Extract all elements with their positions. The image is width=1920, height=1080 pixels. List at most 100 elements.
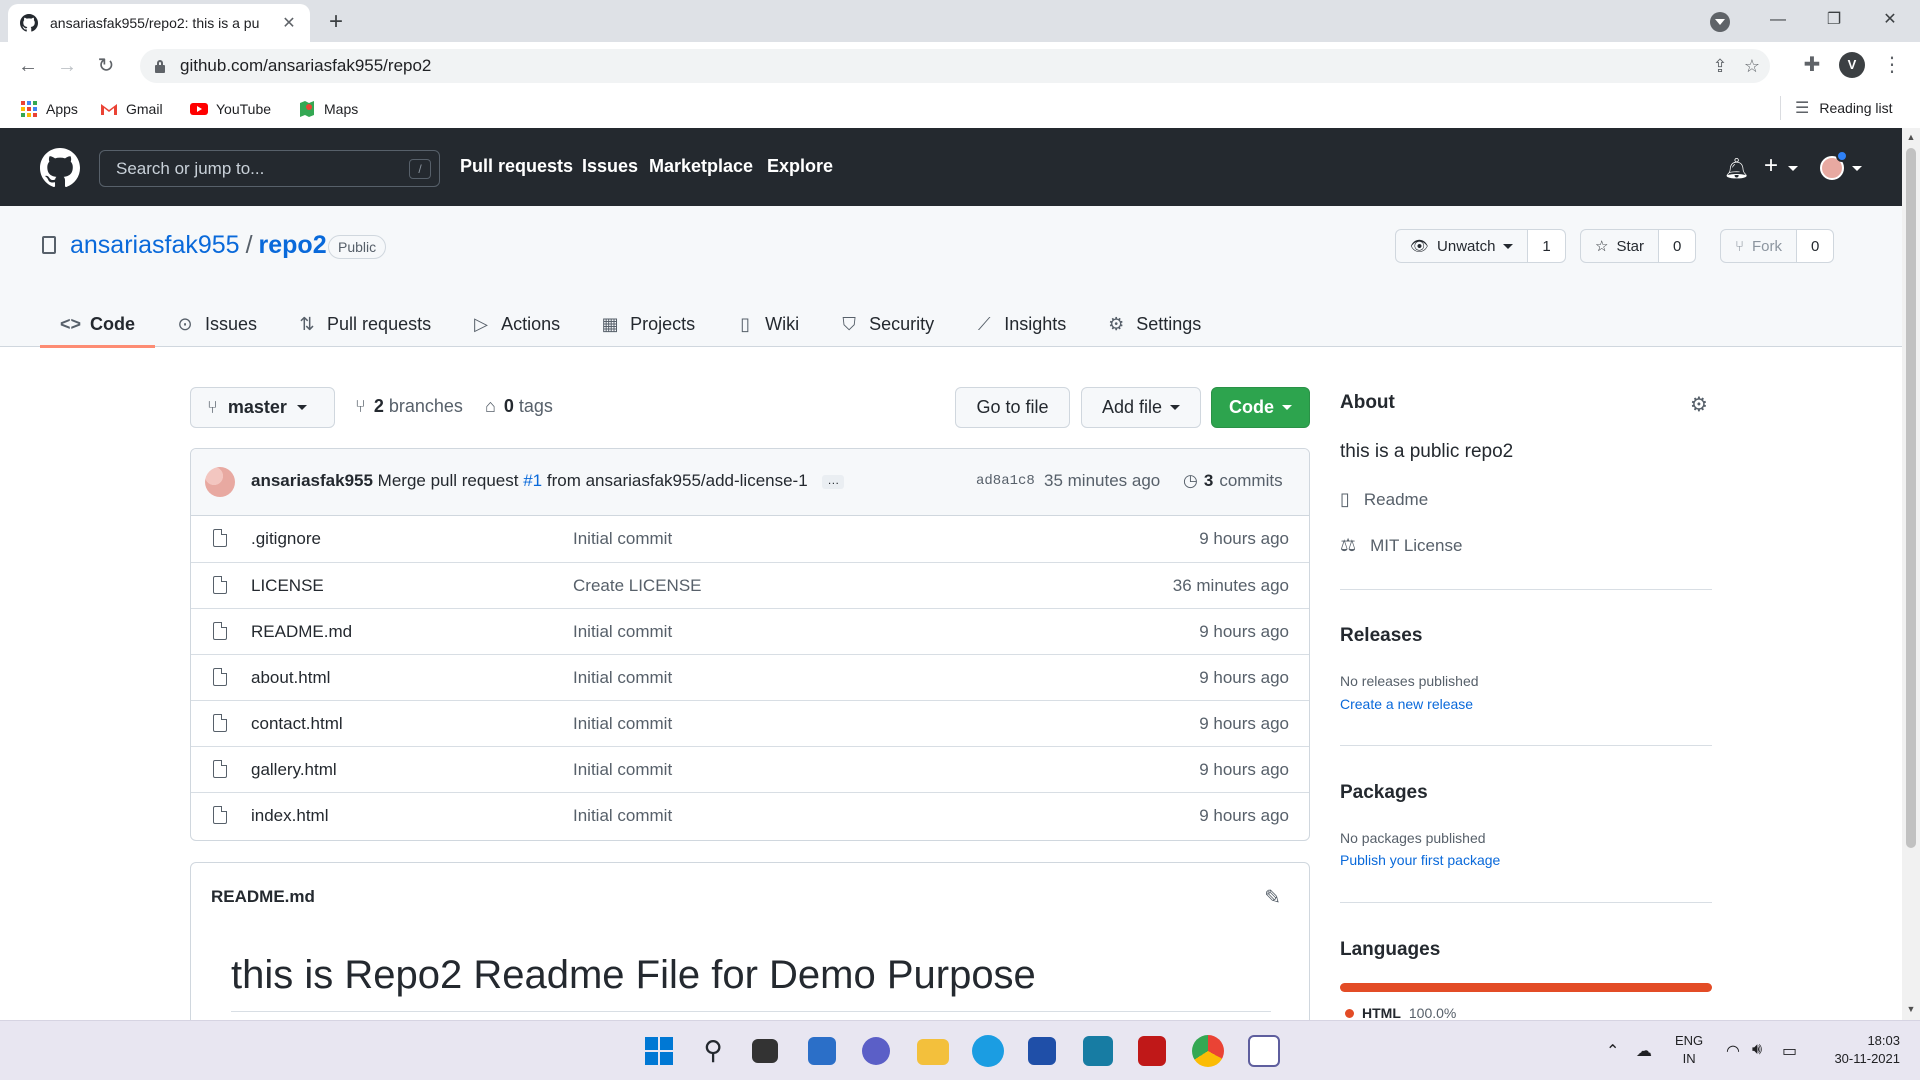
share-icon[interactable]: ⇪ [1710,57,1730,77]
star-button[interactable]: ☆ Star [1580,229,1659,263]
file-commit-message[interactable]: Create LICENSE [573,576,702,596]
reading-list-button[interactable]: ☰ Reading list [1795,98,1893,118]
repo-owner-link[interactable]: ansariasfak955 [70,231,240,259]
widgets-icon[interactable] [808,1037,836,1065]
scroll-up-icon[interactable]: ▲ [1906,132,1916,142]
file-commit-message[interactable]: Initial commit [573,806,672,826]
pencil-edit-icon[interactable]: ✎ [1264,885,1281,910]
snipping-tool-icon[interactable] [1248,1035,1280,1067]
new-tab-button[interactable]: + [322,9,350,37]
file-commit-message[interactable]: Initial commit [573,668,672,688]
user-menu-caret-icon[interactable] [1852,166,1862,171]
commit-message-post[interactable]: from ansariasfak955/add-license-1 [547,471,808,490]
github-logo-icon[interactable] [40,148,80,188]
file-name[interactable]: index.html [251,806,328,826]
branches-link[interactable]: ⑂ 2 branches [355,396,463,417]
pr-link[interactable]: #1 [523,471,542,490]
create-release-link[interactable]: Create a new release [1340,696,1473,712]
wifi-icon[interactable]: ◠ [1726,1041,1740,1061]
language-item[interactable]: HTML 100.0% [1345,1005,1456,1021]
url-text[interactable]: github.com/ansariasfak955/repo2 [180,56,431,76]
nav-issues[interactable]: Issues [582,156,638,177]
page-scrollbar[interactable]: ▲ ▼ [1902,128,1920,1020]
fork-count[interactable]: 0 [1797,229,1835,263]
commit-message-pre[interactable]: Merge pull request [378,471,519,490]
bookmark-gmail[interactable]: Gmail [100,98,163,120]
create-new-plus-icon[interactable]: + [1764,152,1778,180]
gear-icon[interactable]: ⚙ [1690,392,1708,417]
packages-title[interactable]: Packages [1340,782,1428,804]
bookmark-star-icon[interactable]: ☆ [1742,57,1762,77]
omnibox[interactable]: github.com/ansariasfak955/repo2 ⇪ ☆ [140,49,1770,83]
commits-link[interactable]: ◷ 3 commits [1183,471,1283,491]
teams-chat-icon[interactable] [862,1037,890,1065]
go-to-file-button[interactable]: Go to file [955,387,1070,428]
forward-arrow-icon[interactable]: → [53,52,81,80]
tab-issues[interactable]: ⊙ Issues [155,301,277,347]
releases-title[interactable]: Releases [1340,625,1422,647]
commit-author-avatar[interactable] [205,467,235,497]
lock-icon[interactable] [154,60,166,73]
commit-author[interactable]: ansariasfak955 [251,471,373,490]
file-commit-message[interactable]: Initial commit [573,622,672,642]
code-button[interactable]: Code [1211,387,1310,428]
file-commit-message[interactable]: Initial commit [573,529,672,549]
license-link[interactable]: ⚖ MIT License [1340,535,1462,556]
extensions-puzzle-icon[interactable]: ✚ [1800,53,1824,77]
edge-browser-icon[interactable] [972,1035,1004,1067]
tab-settings[interactable]: ⚙ Settings [1086,301,1221,347]
notification-bell-icon[interactable]: 🔔︎ [1724,156,1749,181]
microsoft-store-icon[interactable] [1028,1037,1056,1065]
readme-link[interactable]: ▯ Readme [1340,489,1428,510]
add-file-button[interactable]: Add file [1081,387,1201,428]
tab-actions[interactable]: ▷ Actions [451,301,580,347]
chrome-menu-icon[interactable]: ⋮ [1880,53,1904,77]
file-name[interactable]: contact.html [251,714,343,734]
clock[interactable]: 18:03 30-11-2021 [1820,1032,1900,1068]
watch-count[interactable]: 1 [1528,229,1566,263]
bookmark-youtube[interactable]: YouTube [190,98,271,120]
minimize-button[interactable]: — [1750,0,1806,42]
tab-wiki[interactable]: ▯ Wiki [715,301,819,347]
task-view-icon[interactable] [752,1039,778,1063]
tab-code[interactable]: <> Code [40,301,155,348]
close-window-button[interactable]: ✕ [1862,0,1918,42]
back-arrow-icon[interactable]: ← [14,52,42,80]
dell-app-icon[interactable] [1083,1036,1113,1066]
file-name[interactable]: .gitignore [251,529,321,549]
reload-icon[interactable]: ↻ [92,52,120,80]
bookmark-maps[interactable]: Maps [298,98,358,120]
mcafee-icon[interactable] [1138,1036,1166,1066]
battery-icon[interactable]: ▭ [1782,1041,1797,1061]
bookmark-apps[interactable]: Apps [20,98,78,120]
expand-commit-button[interactable]: … [822,474,845,489]
scroll-down-icon[interactable]: ▼ [1906,1004,1916,1014]
file-explorer-icon[interactable] [917,1039,949,1065]
unwatch-button[interactable]: 👁︎ Unwatch [1395,229,1529,263]
github-search-input[interactable]: Search or jump to... / [99,150,440,187]
search-icon[interactable]: ⚲ [697,1035,729,1067]
tab-close-icon[interactable]: ✕ [280,13,298,33]
file-name[interactable]: about.html [251,668,330,688]
tab-projects[interactable]: ▦ Projects [580,301,715,347]
publish-package-link[interactable]: Publish your first package [1340,852,1500,868]
commit-sha[interactable]: ad8a1c8 [976,473,1035,489]
file-commit-message[interactable]: Initial commit [573,760,672,780]
tags-link[interactable]: ⌂ 0 tags [485,396,553,417]
restore-button[interactable]: ❐ [1806,0,1862,42]
language-indicator[interactable]: ENG IN [1675,1032,1703,1068]
browser-tab[interactable]: ansariasfak955/repo2: this is a pu ✕ [8,4,310,42]
file-name[interactable]: README.md [251,622,352,642]
scroll-thumb[interactable] [1906,148,1916,848]
chevron-up-icon[interactable]: ⌃ [1606,1041,1619,1061]
profile-avatar[interactable]: V [1839,52,1865,78]
create-new-caret-icon[interactable] [1788,166,1798,171]
repo-name-link[interactable]: repo2 [259,231,327,259]
onedrive-cloud-icon[interactable]: ☁ [1636,1041,1652,1061]
tab-search-icon[interactable] [1710,12,1730,32]
windows-start-icon[interactable] [643,1035,675,1067]
nav-marketplace[interactable]: Marketplace [649,156,753,177]
branch-select-button[interactable]: ⑂ master [190,387,335,428]
star-count[interactable]: 0 [1658,229,1697,263]
file-name[interactable]: gallery.html [251,760,337,780]
